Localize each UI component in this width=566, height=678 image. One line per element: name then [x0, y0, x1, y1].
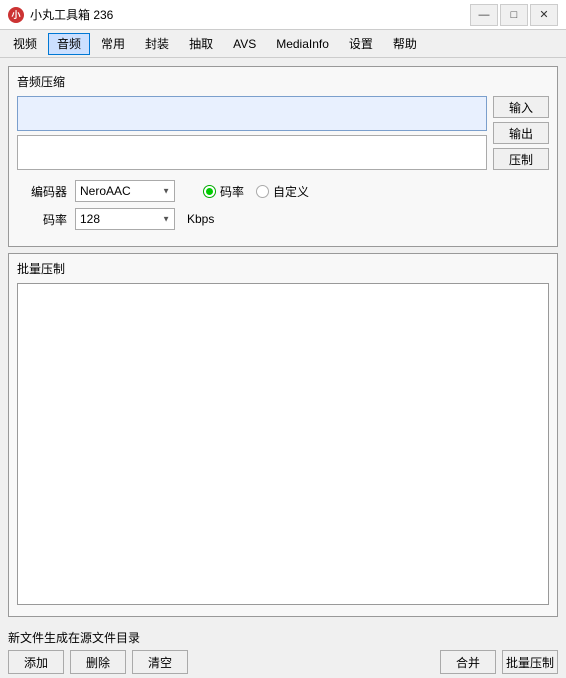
encoder-select-wrapper: NeroAAC FAAC FLAC MP3 — [75, 180, 175, 202]
menu-item-common[interactable]: 常用 — [92, 33, 134, 55]
main-content: 音频压缩 输入 输出 压制 编码器 NeroAAC FAAC FLAC — [0, 58, 566, 625]
radio-bitrate[interactable]: 码率 — [203, 183, 244, 200]
footer-area: 新文件生成在源文件目录 添加 删除 清空 合并 批量压制 — [0, 625, 566, 678]
batch-compress-title: 批量压制 — [17, 260, 549, 277]
bitrate-unit: Kbps — [187, 212, 214, 226]
audio-compress-title: 音频压缩 — [17, 73, 549, 90]
input-file-field[interactable] — [17, 96, 487, 131]
menubar: 视频 音频 常用 封装 抽取 AVS MediaInfo 设置 帮助 — [0, 30, 566, 58]
radio-custom-circle — [256, 185, 269, 198]
form-area: 编码器 NeroAAC FAAC FLAC MP3 码率 — [17, 180, 549, 230]
mode-radio-group: 码率 自定义 — [203, 183, 309, 200]
footer-buttons: 添加 删除 清空 合并 批量压制 — [8, 650, 558, 674]
delete-button[interactable]: 删除 — [70, 650, 126, 674]
input-button[interactable]: 输入 — [493, 96, 549, 118]
inputs-and-buttons: 输入 输出 压制 — [17, 96, 549, 170]
maximize-button[interactable]: □ — [500, 4, 528, 26]
batch-compress-panel: 批量压制 — [8, 253, 558, 617]
add-button[interactable]: 添加 — [8, 650, 64, 674]
encoder-row: 编码器 NeroAAC FAAC FLAC MP3 码率 — [17, 180, 549, 202]
titlebar-controls: — □ ✕ — [470, 4, 558, 26]
bitrate-select[interactable]: 64 96 128 192 256 320 — [75, 208, 175, 230]
titlebar: 小 小丸工具箱 236 — □ ✕ — [0, 0, 566, 30]
menu-item-video[interactable]: 视频 — [4, 33, 46, 55]
inputs-column — [17, 96, 487, 170]
bitrate-row: 码率 64 96 128 192 256 320 Kbps — [17, 208, 549, 230]
app-icon: 小 — [8, 7, 24, 23]
menu-item-settings[interactable]: 设置 — [340, 33, 382, 55]
app-icon-text: 小 — [11, 8, 20, 21]
radio-custom[interactable]: 自定义 — [256, 183, 309, 200]
menu-item-mediainfo[interactable]: MediaInfo — [267, 33, 338, 55]
minimize-button[interactable]: — — [470, 4, 498, 26]
menu-item-help[interactable]: 帮助 — [384, 33, 426, 55]
menu-item-avs[interactable]: AVS — [224, 33, 265, 55]
audio-compress-panel: 音频压缩 输入 输出 压制 编码器 NeroAAC FAAC FLAC — [8, 66, 558, 247]
compress-button[interactable]: 压制 — [493, 148, 549, 170]
titlebar-title: 小丸工具箱 236 — [30, 6, 113, 23]
encoder-select[interactable]: NeroAAC FAAC FLAC MP3 — [75, 180, 175, 202]
batch-list[interactable] — [17, 283, 549, 605]
clear-button[interactable]: 清空 — [132, 650, 188, 674]
bitrate-label: 码率 — [17, 211, 67, 228]
radio-custom-label: 自定义 — [273, 183, 309, 200]
titlebar-left: 小 小丸工具箱 236 — [8, 6, 113, 23]
output-button[interactable]: 输出 — [493, 122, 549, 144]
output-file-field[interactable] — [17, 135, 487, 170]
menu-item-audio[interactable]: 音频 — [48, 33, 90, 55]
merge-button[interactable]: 合并 — [440, 650, 496, 674]
encoder-label: 编码器 — [17, 183, 67, 200]
menu-item-extract[interactable]: 抽取 — [180, 33, 222, 55]
radio-bitrate-label: 码率 — [220, 183, 244, 200]
side-buttons: 输入 输出 压制 — [493, 96, 549, 170]
batch-compress-button[interactable]: 批量压制 — [502, 650, 558, 674]
close-button[interactable]: ✕ — [530, 4, 558, 26]
bitrate-select-wrapper: 64 96 128 192 256 320 — [75, 208, 175, 230]
radio-bitrate-circle — [203, 185, 216, 198]
footer-label: 新文件生成在源文件目录 — [8, 629, 558, 646]
menu-item-package[interactable]: 封装 — [136, 33, 178, 55]
